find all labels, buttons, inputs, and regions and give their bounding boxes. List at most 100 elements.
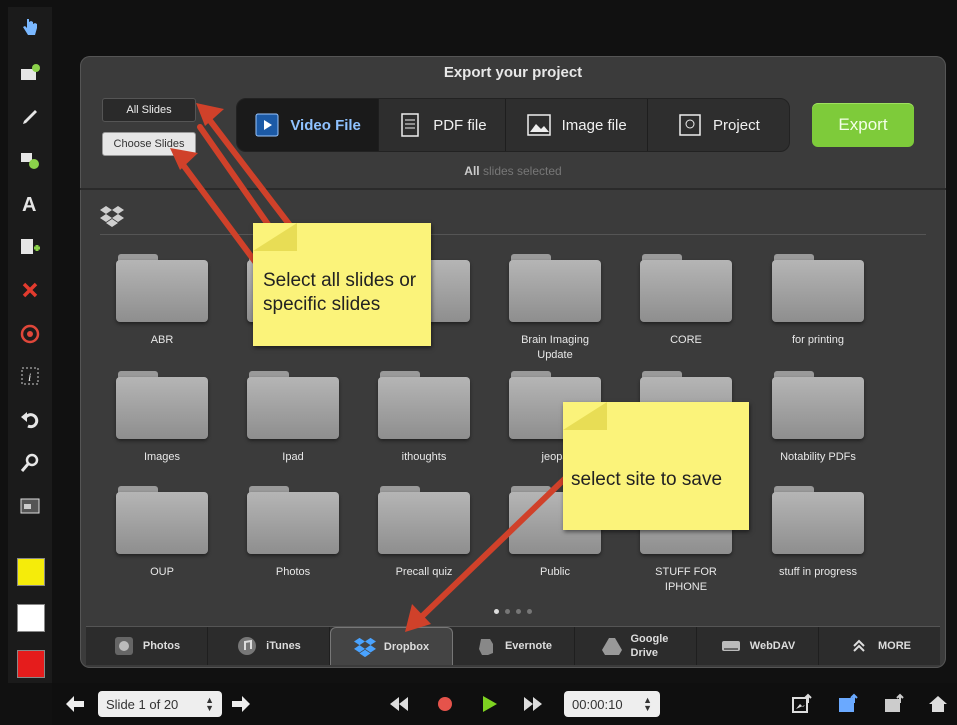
color-swatch-white[interactable] bbox=[17, 604, 45, 632]
page-dot[interactable] bbox=[527, 609, 532, 614]
tab-label: Google Drive bbox=[630, 633, 669, 659]
undo-icon[interactable] bbox=[8, 403, 52, 435]
folder-icon bbox=[116, 254, 208, 324]
tab-more[interactable]: MORE bbox=[819, 627, 940, 665]
folder-label: STUFF FOR IPHONE bbox=[655, 566, 717, 593]
folder-item[interactable]: Precall quiz bbox=[374, 486, 474, 580]
note-fold bbox=[253, 223, 297, 251]
folder-label: Brain Imaging Update bbox=[521, 334, 589, 361]
tab-label: WebDAV bbox=[749, 640, 796, 652]
fast-forward-icon[interactable] bbox=[520, 691, 546, 717]
folder-item[interactable]: Images bbox=[112, 371, 212, 465]
stepper-icon: ▲ ▼ bbox=[643, 695, 652, 713]
slide-selector-value: Slide 1 of 20 bbox=[106, 696, 179, 712]
chevron-up-icon bbox=[853, 639, 865, 652]
image-icon[interactable] bbox=[8, 490, 52, 522]
folder-item[interactable]: Brain Imaging Update bbox=[505, 254, 605, 363]
info-icon[interactable]: i bbox=[8, 360, 52, 392]
status-text: slides selected bbox=[482, 164, 562, 178]
pointer-hand-icon[interactable] bbox=[8, 11, 52, 43]
tab-dropbox[interactable]: Dropbox bbox=[330, 627, 453, 665]
prev-slide-icon[interactable] bbox=[62, 691, 88, 717]
folder-item[interactable]: CORE bbox=[636, 254, 736, 348]
folder-label: CORE bbox=[670, 334, 702, 346]
add-text-box-icon[interactable] bbox=[8, 231, 52, 263]
slide-selector[interactable]: Slide 1 of 20 ▲ ▼ bbox=[98, 691, 222, 717]
all-slides-button[interactable]: All Slides bbox=[102, 98, 196, 122]
folder-label: ABR bbox=[150, 334, 174, 346]
folder-item[interactable]: ABR bbox=[112, 254, 212, 348]
pencil-icon[interactable] bbox=[8, 101, 52, 133]
folder-label: Precall quiz bbox=[395, 566, 453, 578]
choose-slides-button[interactable]: Choose Slides bbox=[102, 132, 196, 156]
color-swatch-red[interactable] bbox=[17, 650, 45, 678]
play-icon[interactable] bbox=[476, 691, 502, 717]
page-dot[interactable] bbox=[516, 609, 521, 614]
format-label: Video File bbox=[290, 116, 361, 134]
zoom-icon[interactable] bbox=[8, 447, 52, 479]
format-pdf-file[interactable]: PDF file bbox=[379, 99, 506, 151]
folder-icon bbox=[509, 254, 601, 324]
folder-label: stuff in progress bbox=[778, 566, 858, 578]
folder-label: Ipad bbox=[282, 451, 304, 463]
folder-item[interactable]: Ipad bbox=[243, 371, 343, 465]
app-frame: A i Export your project All Slides Choos bbox=[0, 0, 957, 725]
record-icon[interactable] bbox=[432, 691, 458, 717]
tab-google-drive[interactable]: Google Drive bbox=[575, 627, 697, 665]
folder-item[interactable]: for printing bbox=[768, 254, 868, 348]
page-dot[interactable] bbox=[494, 609, 499, 614]
tab-label: Photos bbox=[142, 640, 181, 652]
tab-label: iTunes bbox=[266, 640, 301, 652]
folder-icon bbox=[772, 486, 864, 556]
webdav-icon bbox=[721, 641, 740, 651]
tab-itunes[interactable]: iTunes bbox=[208, 627, 330, 665]
status-highlight: All bbox=[464, 164, 480, 178]
folder-item[interactable]: Notability PDFs bbox=[768, 371, 868, 465]
video-file-icon bbox=[255, 113, 279, 137]
folder-icon bbox=[116, 486, 208, 556]
color-swatch-yellow[interactable] bbox=[17, 558, 45, 586]
text-icon[interactable]: A bbox=[8, 187, 52, 219]
target-icon[interactable] bbox=[8, 318, 52, 350]
next-slide-icon[interactable] bbox=[228, 691, 254, 717]
folder-icon bbox=[640, 254, 732, 324]
home-icon[interactable] bbox=[924, 691, 952, 717]
page-indicator bbox=[80, 601, 946, 619]
folder-label: ithoughts bbox=[401, 451, 447, 463]
folder-icon bbox=[378, 486, 470, 556]
rewind-icon[interactable] bbox=[386, 691, 412, 717]
delete-icon[interactable] bbox=[8, 274, 52, 306]
folder-item[interactable]: ithoughts bbox=[374, 371, 474, 465]
svg-text:i: i bbox=[28, 370, 31, 384]
divider bbox=[80, 188, 946, 190]
import-icon[interactable] bbox=[880, 691, 908, 717]
time-value: 00:00:10 bbox=[572, 696, 623, 712]
format-project[interactable]: Project bbox=[648, 99, 789, 151]
tab-webdav[interactable]: WebDAV bbox=[697, 627, 819, 665]
format-video-file[interactable]: Video File bbox=[237, 99, 380, 151]
export-button[interactable]: Export bbox=[812, 103, 914, 147]
project-file-icon bbox=[679, 114, 701, 136]
note-text: select site to save bbox=[571, 469, 723, 490]
format-image-file[interactable]: Image file bbox=[506, 99, 648, 151]
folder-item[interactable]: OUP bbox=[112, 486, 212, 580]
add-slide-icon[interactable] bbox=[8, 57, 52, 89]
export-image-icon[interactable] bbox=[788, 691, 816, 717]
folder-label: Photos bbox=[275, 566, 311, 578]
folder-icon bbox=[247, 371, 339, 441]
tab-evernote[interactable]: Evernote bbox=[453, 627, 575, 665]
shapes-icon[interactable] bbox=[8, 144, 52, 176]
bottom-bar: Slide 1 of 20 ▲ ▼ 00:00:10 ▲ ▼ bbox=[52, 683, 957, 725]
page-dot[interactable] bbox=[505, 609, 510, 614]
time-selector[interactable]: 00:00:10 ▲ ▼ bbox=[564, 691, 660, 717]
folder-item[interactable]: stuff in progress bbox=[768, 486, 868, 580]
photos-icon bbox=[114, 637, 133, 655]
folder-icon bbox=[772, 254, 864, 324]
note-text: Select all slides or specific slides bbox=[263, 270, 417, 315]
export-project-icon[interactable] bbox=[834, 691, 862, 717]
dialog-title: Export your project bbox=[443, 64, 583, 81]
folder-icon bbox=[772, 371, 864, 441]
tab-photos[interactable]: Photos bbox=[86, 627, 208, 665]
annotation-note: Select all slides or specific slides bbox=[253, 223, 431, 346]
folder-item[interactable]: Photos bbox=[243, 486, 343, 580]
